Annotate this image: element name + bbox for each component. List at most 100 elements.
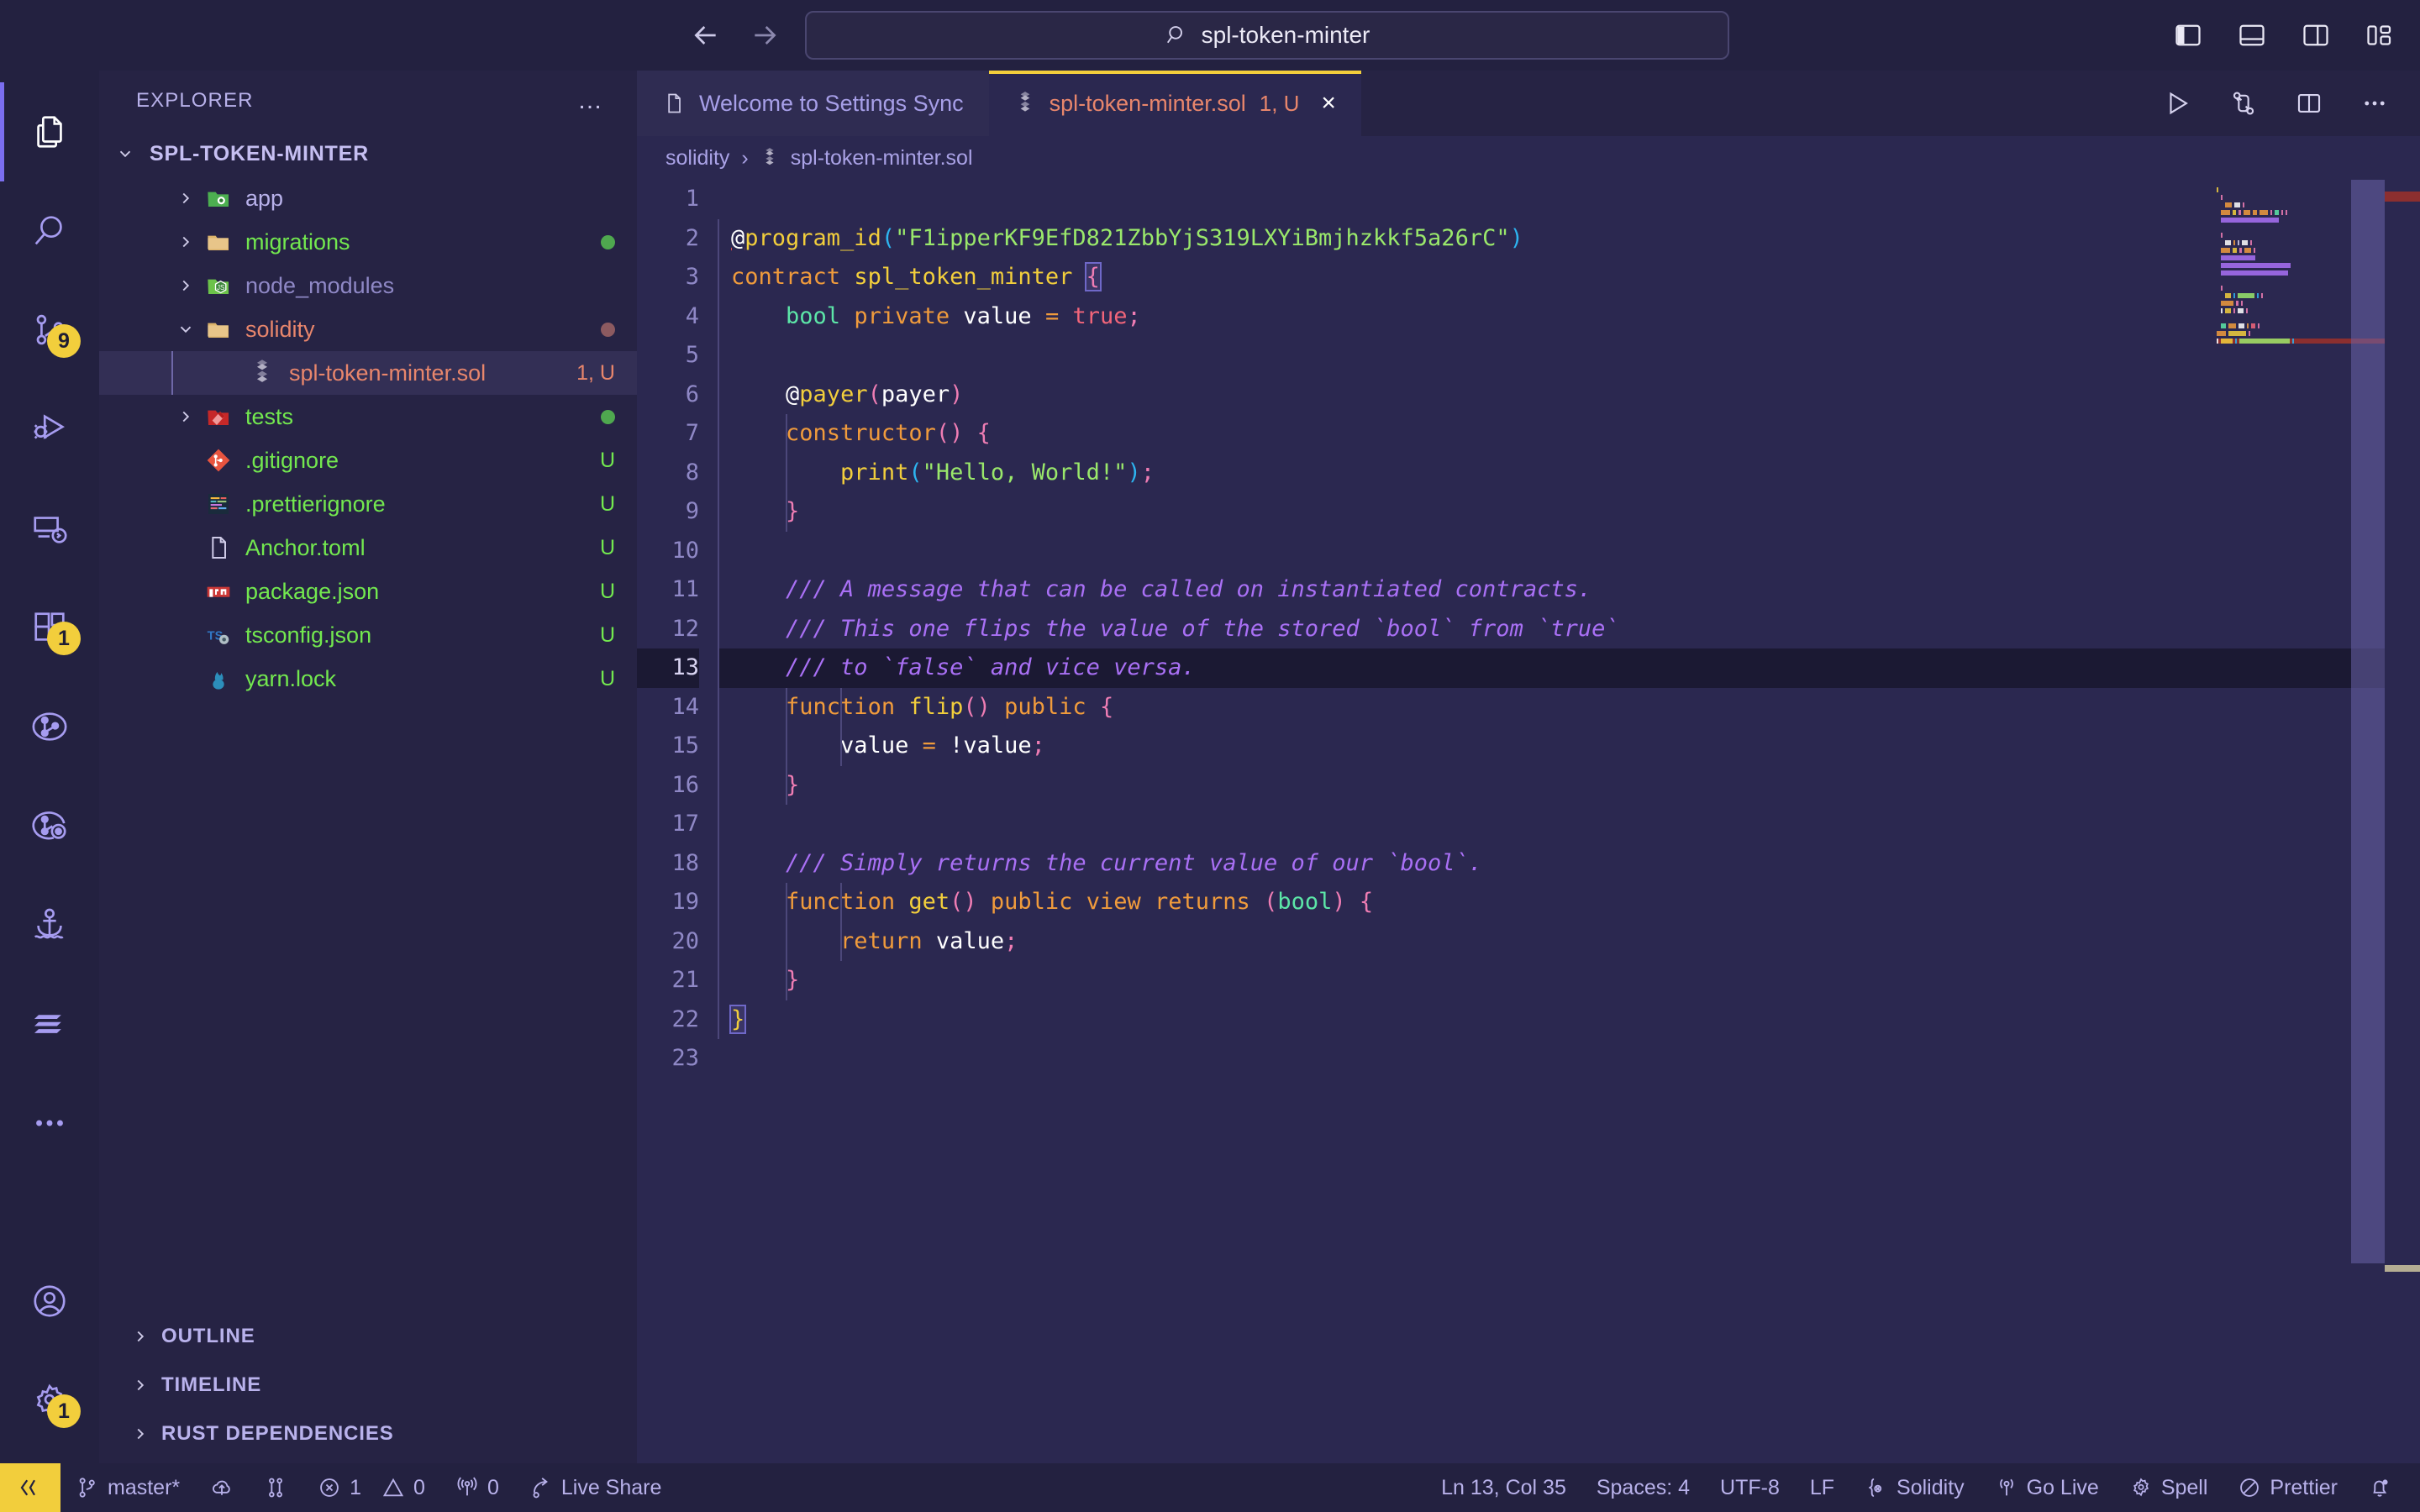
code-line[interactable]: } — [718, 1000, 2420, 1040]
sidebar-item-source-control[interactable]: 9 — [0, 281, 99, 380]
code-line[interactable]: print("Hello, World!"); — [718, 454, 2420, 493]
back-icon[interactable] — [689, 18, 723, 52]
tree-item-solidity[interactable]: solidity — [99, 307, 637, 351]
section-timeline[interactable]: TIMELINE — [99, 1361, 637, 1410]
chevron-right-icon[interactable] — [171, 233, 200, 251]
tree-item-app[interactable]: app — [99, 176, 637, 220]
status-branch[interactable]: master* — [60, 1463, 195, 1512]
code-line[interactable] — [718, 180, 2420, 219]
overview-ruler[interactable] — [2385, 180, 2420, 1463]
solidity-icon — [244, 359, 281, 387]
tree-item-label: package.json — [245, 578, 380, 604]
code-line[interactable]: contract spl_token_minter { — [718, 258, 2420, 297]
minimap[interactable] — [2217, 180, 2395, 1463]
tree-item--gitignore[interactable]: .gitignore U — [99, 438, 637, 482]
section-rust-dependencies[interactable]: RUST DEPENDENCIES — [99, 1410, 637, 1458]
toggle-secondary-sidebar-icon[interactable] — [2299, 18, 2333, 52]
search-input[interactable]: spl-token-minter — [805, 11, 1729, 60]
tree-item-spl-token-minter-sol[interactable]: spl-token-minter.sol 1, U — [99, 351, 637, 395]
code-line[interactable]: function get() public view returns (bool… — [718, 883, 2420, 922]
status-live-share[interactable]: Live Share — [514, 1463, 677, 1512]
forward-icon[interactable] — [748, 18, 781, 52]
toggle-primary-sidebar-icon[interactable] — [2171, 18, 2205, 52]
code-line[interactable]: @program_id("F1ipperKF9EfD821ZbbYjS319LX… — [718, 219, 2420, 259]
status-problems[interactable]: 1 0 — [302, 1463, 440, 1512]
code-line[interactable]: /// Simply returns the current value of … — [718, 844, 2420, 884]
status-cursor-position[interactable]: Ln 13, Col 35 — [1426, 1463, 1581, 1512]
status-eol[interactable]: LF — [1795, 1463, 1849, 1512]
run-icon[interactable] — [2161, 87, 2195, 120]
tree-item--prettierignore[interactable]: .prettierignore U — [99, 482, 637, 526]
activity-bar: 9 1 1 — [0, 71, 99, 1463]
status-spell-checker[interactable]: Spell — [2114, 1463, 2223, 1512]
code-line[interactable]: bool private value = true; — [718, 297, 2420, 337]
customize-layout-icon[interactable] — [2363, 18, 2396, 52]
code-line[interactable]: /// This one flips the value of the stor… — [718, 610, 2420, 649]
more-actions-icon[interactable] — [2358, 87, 2391, 120]
status-indentation[interactable]: Spaces: 4 — [1581, 1463, 1705, 1512]
status-sync[interactable] — [195, 1463, 249, 1512]
tab-spl-token-minter-sol[interactable]: spl-token-minter.sol 1, U × — [988, 71, 1362, 136]
tree-item-anchor-toml[interactable]: Anchor.toml U — [99, 526, 637, 570]
code-line[interactable]: constructor() { — [718, 414, 2420, 454]
close-icon[interactable]: × — [1321, 91, 1336, 116]
status-bar-right: Ln 13, Col 35 Spaces: 4 UTF-8 LF Solidit… — [1426, 1463, 2420, 1512]
status-git-compare[interactable] — [249, 1463, 302, 1512]
tree-item-tests[interactable]: tests — [99, 395, 637, 438]
tree-item-yarn-lock[interactable]: yarn.lock U — [99, 657, 637, 701]
chevron-right-icon[interactable] — [171, 276, 200, 295]
status-go-live[interactable]: Go Live — [1980, 1463, 2114, 1512]
status-language-mode[interactable]: Solidity — [1849, 1463, 1980, 1512]
gear-icon[interactable]: 1 — [0, 1351, 99, 1450]
status-notifications[interactable] — [2353, 1463, 2407, 1512]
sidebar-item-run-and-debug[interactable] — [0, 380, 99, 479]
section-outline[interactable]: OUTLINE — [99, 1312, 637, 1361]
breadcrumb-folder[interactable]: solidity — [666, 146, 729, 171]
tree-item-tsconfig-json[interactable]: TS tsconfig.json U — [99, 613, 637, 657]
code-line[interactable] — [718, 1039, 2420, 1079]
remote-window-icon[interactable] — [0, 1463, 60, 1512]
code-lines[interactable]: @program_id("F1ipperKF9EfD821ZbbYjS319LX… — [718, 180, 2420, 1463]
code-line[interactable]: value = !value; — [718, 727, 2420, 766]
code-line[interactable] — [718, 532, 2420, 571]
sidebar-item-git-graph[interactable] — [0, 677, 99, 776]
code-line[interactable]: /// A message that can be called on inst… — [718, 570, 2420, 610]
tree-item-migrations[interactable]: migrations — [99, 220, 637, 264]
sidebar-item-gitlens[interactable] — [0, 776, 99, 875]
chevron-right-icon[interactable] — [171, 189, 200, 207]
chevron-right-icon[interactable] — [171, 407, 200, 426]
sidebar-more-actions-icon[interactable]: … — [577, 87, 605, 115]
line-number: 22 — [671, 1005, 699, 1032]
tab-welcome-to-settings-sync[interactable]: Welcome to Settings Sync — [637, 71, 989, 136]
sidebar-item-explorer[interactable] — [0, 82, 99, 181]
code-line[interactable]: @payer(payer) — [718, 375, 2420, 415]
accounts-icon[interactable] — [0, 1252, 99, 1351]
code-line[interactable] — [718, 336, 2420, 375]
tree-item-package-json[interactable]: package.json U — [99, 570, 637, 613]
code-line[interactable]: } — [718, 492, 2420, 532]
sidebar-item-extensions[interactable]: 1 — [0, 578, 99, 677]
sidebar-item-anchor[interactable] — [0, 875, 99, 974]
line-number: 7 — [685, 420, 699, 446]
code-line[interactable]: function flip() public { — [718, 688, 2420, 727]
code-line[interactable]: } — [718, 766, 2420, 806]
sidebar-item-solana[interactable] — [0, 974, 99, 1074]
tree-item-node-modules[interactable]: JS node_modules — [99, 264, 637, 307]
toggle-panel-icon[interactable] — [2235, 18, 2269, 52]
status-encoding[interactable]: UTF-8 — [1705, 1463, 1795, 1512]
code-editor[interactable]: 1 2 3 4 5 6 7 8 9 10 11 12 13 14 15 16 17 18 19 20 21 22 23 @p… — [637, 180, 2420, 1463]
compare-changes-icon[interactable] — [2227, 87, 2260, 120]
sidebar-item-remote-explorer[interactable] — [0, 479, 99, 578]
status-prettier[interactable]: Prettier — [2223, 1463, 2353, 1512]
sidebar-item-additional-views[interactable] — [0, 1074, 99, 1173]
breadcrumb-file[interactable]: spl-token-minter.sol — [791, 146, 973, 171]
code-line[interactable]: /// to `false` and vice versa. — [718, 648, 2420, 688]
workspace-root[interactable]: SPL-TOKEN-MINTER — [99, 131, 637, 176]
code-line[interactable] — [718, 805, 2420, 844]
chevron-down-icon[interactable] — [171, 320, 200, 339]
sidebar-item-search[interactable] — [0, 181, 99, 281]
status-ports[interactable]: 0 — [440, 1463, 514, 1512]
code-line[interactable]: } — [718, 961, 2420, 1000]
split-editor-icon[interactable] — [2292, 87, 2326, 120]
code-line[interactable]: return value; — [718, 922, 2420, 962]
